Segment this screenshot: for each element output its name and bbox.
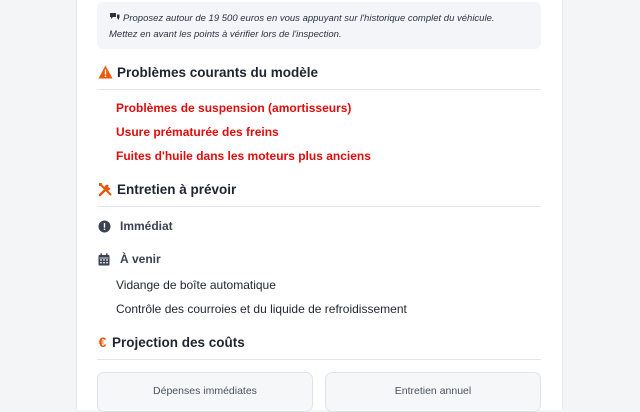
immediate-costs-label: Dépenses immédiates [153,385,257,397]
problem-item: Usure prématurée des freins [116,125,279,139]
tools-icon [97,181,113,197]
exclamation-circle-icon [97,219,111,233]
upcoming-subheader: À venir [97,252,161,266]
maintenance-section-header: Entretien à prévoir [97,181,541,207]
costs-section-header: € Projection des coûts [97,334,541,360]
chat-bubbles-icon [109,12,120,27]
maintenance-title: Entretien à prévoir [117,181,237,197]
immediate-costs-card: Dépenses immédiates [97,372,313,412]
calendar-icon [97,252,111,266]
costs-title: Projection des coûts [112,334,245,350]
euro-icon: € [98,334,107,350]
problem-item: Problèmes de suspension (amortisseurs) [116,101,352,115]
annual-maintenance-label: Entretien annuel [394,385,472,397]
warning-triangle-icon [97,64,113,80]
negotiation-tip: Proposez autour de 19 500 euros en vous … [97,2,541,49]
problem-item: Fuites d'huile dans les moteurs plus anc… [116,149,371,163]
maintenance-task: Contrôle des courroies et du liquide de … [116,302,407,316]
immediate-label: Immédiat [120,219,173,233]
annual-maintenance-card: Entretien annuel [325,372,541,412]
tip-text-2: Mettez en avant les points à vérifier lo… [109,29,342,40]
problems-section-header: Problèmes courants du modèle [97,64,541,90]
upcoming-label: À venir [120,252,161,266]
tip-line-1: Proposez autour de 19 500 euros en vous … [109,11,531,27]
immediate-subheader: Immédiat [97,219,173,233]
tip-text-1: Proposez autour de 19 500 euros en vous … [123,13,495,24]
problems-title: Problèmes courants du modèle [117,64,319,80]
maintenance-task: Vidange de boîte automatique [116,278,276,292]
